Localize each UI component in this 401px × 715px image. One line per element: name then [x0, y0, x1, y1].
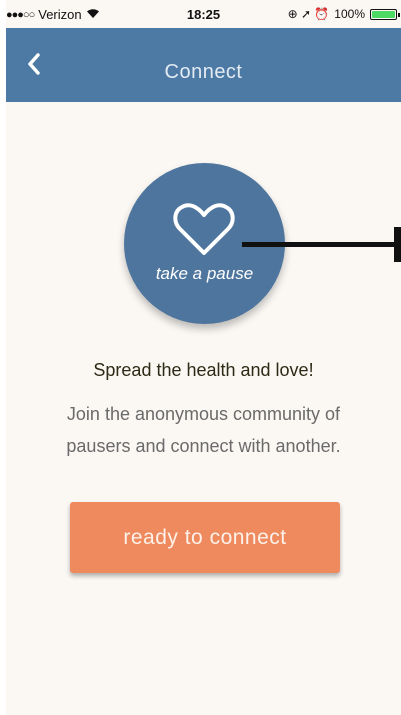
heart-icon [173, 203, 235, 255]
annotation-arrow-line [242, 242, 398, 247]
page-title: Connect [164, 61, 243, 83]
navigation-bar: Connect [6, 28, 401, 102]
ready-to-connect-button[interactable]: ready to connect [70, 502, 340, 573]
battery-fill [372, 10, 395, 18]
battery-tip [398, 12, 400, 17]
description-text: Join the anonymous community of pausers … [66, 404, 341, 456]
status-icons: ⊕ ➚ ⏰ [287, 7, 330, 21]
annotation-arrow-head [394, 227, 401, 262]
take-a-pause-label: take a pause [155, 264, 254, 283]
status-right: ⊕ ➚ ⏰ 100% [287, 7, 400, 21]
status-bar: ●●●○○ Verizon 18:25 ⊕ ➚ ⏰ 100% [6, 0, 401, 28]
battery-percent: 100% [334, 7, 365, 21]
app-screen: ●●●○○ Verizon 18:25 ⊕ ➚ ⏰ 100% Connect t… [6, 0, 401, 715]
headline: Spread the health and love! [93, 360, 314, 380]
battery-icon [370, 8, 400, 20]
